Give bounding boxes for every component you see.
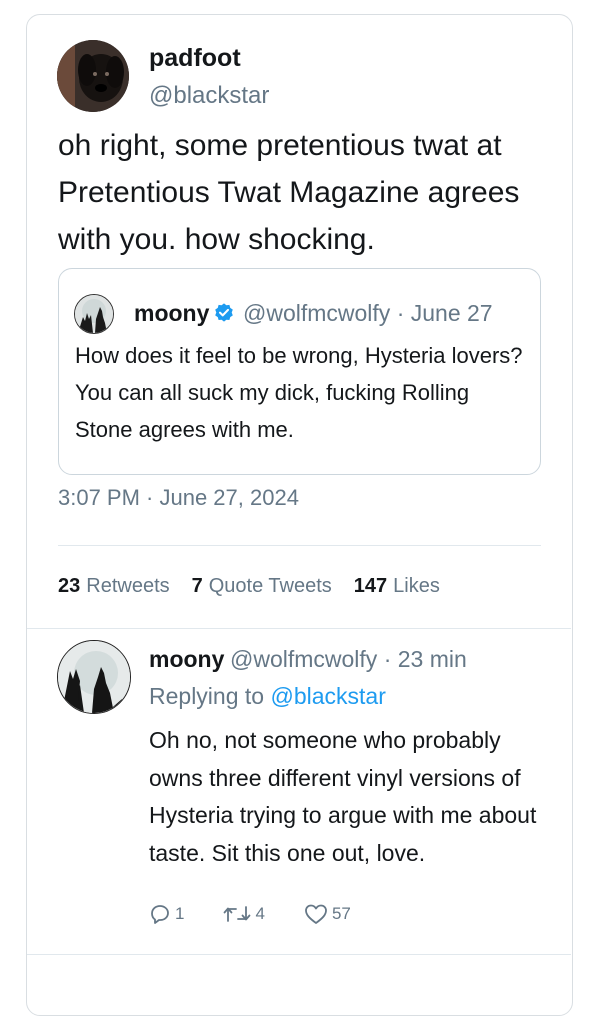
reply-count: 1: [175, 904, 185, 923]
replying-to-link[interactable]: @blackstar: [270, 683, 385, 709]
divider: [58, 545, 541, 546]
quote-avatar[interactable]: [74, 294, 114, 334]
quote-text: How does it feel to be wrong, Hysteria l…: [75, 343, 523, 442]
quote-display-name[interactable]: moony: [134, 300, 209, 327]
comment-icon: [151, 905, 169, 924]
retweet-icon: [224, 906, 251, 922]
user-handle[interactable]: @blackstar: [149, 82, 269, 110]
retweets-count: 23: [58, 575, 81, 597]
dog-avatar-icon: [57, 40, 129, 112]
retweet-button[interactable]: 4: [222, 902, 265, 926]
tweet-text: oh right, some pretentious twat at Prete…: [58, 129, 520, 256]
reply-avatar[interactable]: [57, 640, 131, 714]
likes-label: Likes: [393, 575, 440, 597]
replying-prefix: Replying to: [149, 683, 265, 709]
display-name[interactable]: padfoot: [149, 44, 241, 73]
engagement-stats: 23 Retweets 7 Quote Tweets 147 Likes: [58, 575, 440, 598]
reply-text: Oh no, not someone who probably owns thr…: [149, 727, 537, 866]
reply-meta: @wolfmcwolfy · 23 min: [230, 646, 467, 672]
divider: [27, 954, 571, 955]
replying-to: Replying to @blackstar: [149, 683, 386, 710]
quotes-count: 7: [191, 575, 203, 597]
reply-actions: 1 4 57: [148, 902, 351, 926]
heart-icon: [305, 904, 327, 924]
quotes-stat[interactable]: 7 Quote Tweets: [192, 575, 332, 598]
wolf-avatar-icon: [58, 641, 130, 713]
retweet-count: 4: [255, 904, 265, 923]
divider: [27, 628, 571, 629]
quote-meta: @wolfmcwolfy · June 27: [243, 300, 493, 326]
reply-button[interactable]: 1: [148, 902, 184, 926]
wolf-avatar-icon: [75, 295, 113, 333]
avatar[interactable]: [57, 40, 129, 112]
retweets-stat[interactable]: 23 Retweets: [58, 575, 170, 598]
verified-badge-icon: [215, 303, 233, 322]
like-count: 57: [331, 904, 351, 923]
reply-display-name[interactable]: moony: [149, 646, 224, 673]
likes-stat[interactable]: 147 Likes: [354, 575, 440, 598]
retweets-label: Retweets: [86, 575, 170, 597]
tweet-timestamp[interactable]: 3:07 PM · June 27, 2024: [58, 485, 299, 511]
quotes-label: Quote Tweets: [208, 575, 332, 597]
likes-count: 147: [353, 575, 388, 597]
like-button[interactable]: 57: [303, 902, 351, 926]
